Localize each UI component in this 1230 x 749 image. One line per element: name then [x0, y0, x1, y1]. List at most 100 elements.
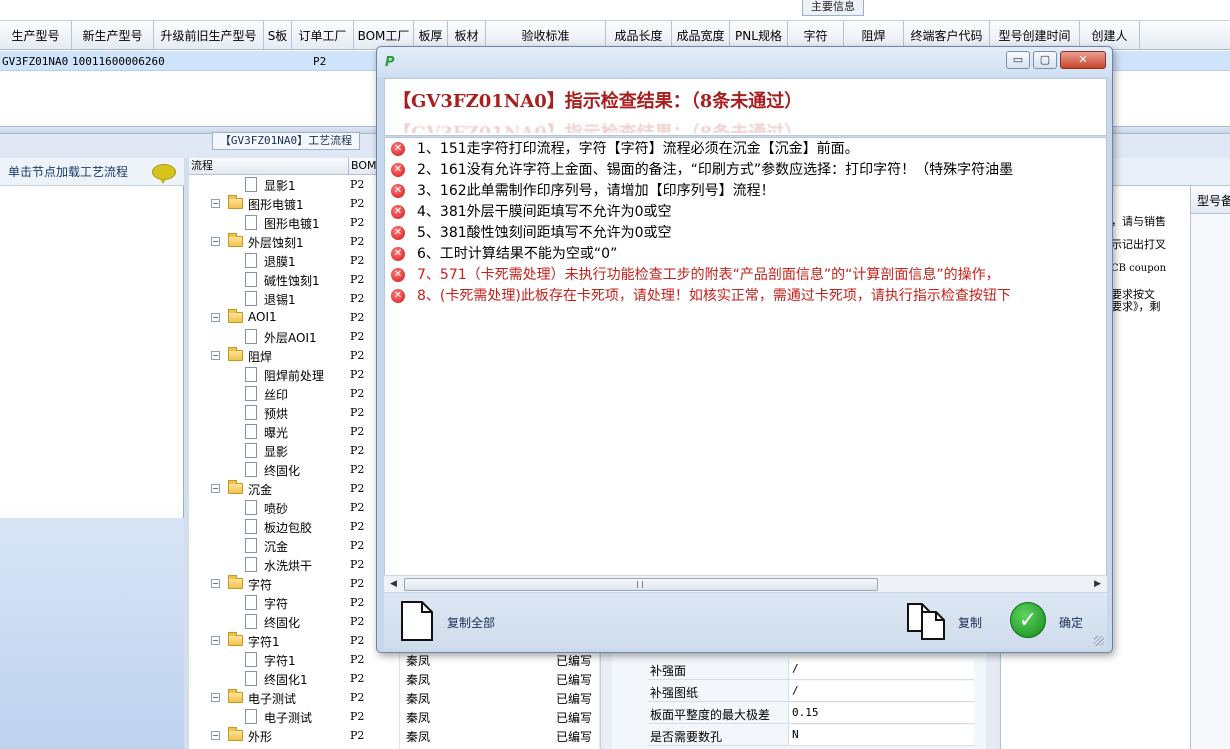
tree-node-bom: P2 — [350, 634, 365, 647]
column-header[interactable]: 创建人 — [1080, 21, 1140, 49]
tree-node[interactable]: 外层AOI1 P2 — [189, 327, 399, 346]
collapse-icon[interactable]: − — [211, 579, 220, 588]
vertical-scrollbar[interactable] — [600, 640, 612, 749]
tree-node[interactable]: 字符1 P2 — [189, 650, 399, 669]
tree-node-bom: P2 — [350, 653, 365, 666]
tree-node[interactable]: 沉金 P2 — [189, 536, 399, 555]
column-header[interactable]: 板材 — [448, 21, 486, 49]
tree-node[interactable]: − AOI1 P2 — [189, 308, 399, 327]
property-row[interactable]: 补强图纸 / — [648, 681, 974, 702]
process-tree[interactable]: 流程 BOM 显影1 P2 − 图形电镀1 P2 图形电镀1 P2 − 外层蚀刻1 P2 退膜1 P2… — [189, 158, 399, 749]
tree-node[interactable]: 丝印 P2 — [189, 384, 399, 403]
ok-button[interactable]: 确定 — [1059, 614, 1083, 631]
tree-node-bom: P2 — [350, 615, 365, 628]
tree-node[interactable]: 图形电镀1 P2 — [189, 213, 399, 232]
tree-node[interactable]: − 字符 P2 — [189, 574, 399, 593]
property-row[interactable]: 是否需要数孔 N — [648, 725, 974, 746]
document-icon[interactable] — [400, 601, 434, 641]
tree-node[interactable]: 退膜1 P2 — [189, 251, 399, 270]
folder-icon — [228, 347, 243, 361]
column-header[interactable]: 生产型号 — [0, 21, 72, 49]
column-header[interactable]: 新生产型号 — [72, 21, 154, 49]
right-column: 型号备 — [1190, 186, 1230, 749]
speech-bubble-icon[interactable] — [152, 164, 176, 184]
tree-node[interactable]: 曝光 P2 — [189, 422, 399, 441]
tree-node[interactable]: 显影1 P2 — [189, 175, 399, 194]
tree-node[interactable]: 字符 P2 — [189, 593, 399, 612]
collapse-icon[interactable]: − — [211, 693, 220, 702]
check-icon[interactable]: ✓ — [1010, 602, 1046, 638]
column-header[interactable]: BOM工厂 — [354, 21, 414, 49]
property-scrollbar[interactable] — [986, 640, 998, 749]
tree-node[interactable]: − 外形 P2 — [189, 726, 399, 745]
tree-node-bom: P2 — [350, 254, 365, 267]
tree-node[interactable]: − 外层蚀刻1 P2 — [189, 232, 399, 251]
note-text: CB coupon — [1111, 263, 1167, 274]
copy-all-button[interactable]: 复制全部 — [447, 614, 495, 631]
scroll-left-icon[interactable]: ◀ — [390, 579, 397, 589]
property-value[interactable]: / — [788, 659, 974, 679]
collapse-icon[interactable]: − — [211, 731, 220, 740]
tree-node[interactable]: − 沉金 P2 — [189, 479, 399, 498]
left-panel: 单击节点加载工艺流程 — [0, 158, 184, 749]
process-flow-tab[interactable]: 【GV3FZ01NA0】工艺流程 — [212, 132, 360, 150]
resize-grip-icon[interactable] — [1094, 636, 1104, 646]
column-header[interactable]: PNL规格 — [730, 21, 788, 49]
tree-node[interactable]: − 字符1 P2 — [189, 631, 399, 650]
tree-node[interactable]: 水洗烘干 P2 — [189, 555, 399, 574]
minimize-button[interactable]: ▭ — [1006, 51, 1030, 69]
tree-node[interactable]: 阻焊前处理 P2 — [189, 365, 399, 384]
tree-node[interactable]: 退锡1 P2 — [189, 289, 399, 308]
result-list[interactable]: ✕ 1、151走字符打印流程，字符【字符】流程必须在沉金【沉金】前面。 ✕ 2、161… — [384, 137, 1107, 591]
property-row[interactable]: 板面平整度的最大极差 0.15 — [648, 703, 974, 724]
collapse-icon[interactable]: − — [211, 484, 220, 493]
scroll-right-icon[interactable]: ▶ — [1094, 579, 1101, 589]
maximize-button[interactable]: ▢ — [1033, 51, 1057, 69]
property-value[interactable]: N — [788, 725, 974, 745]
tree-node[interactable]: 终固化 P2 — [189, 460, 399, 479]
close-button[interactable]: ✕ — [1060, 51, 1106, 69]
column-header[interactable]: 阻焊 — [844, 21, 904, 49]
copy-button[interactable]: 复制 — [958, 614, 982, 631]
tree-node-label: 字符 — [248, 578, 273, 592]
tree-node[interactable]: 显影 P2 — [189, 441, 399, 460]
collapse-icon[interactable]: − — [211, 237, 220, 246]
column-header[interactable]: 订单工厂 — [292, 21, 354, 49]
tree-node[interactable]: 喷砂 P2 — [189, 498, 399, 517]
tree-node[interactable]: 板边包胶 P2 — [189, 517, 399, 536]
tree-node[interactable]: − 图形电镀1 P2 — [189, 194, 399, 213]
collapse-icon[interactable]: − — [211, 313, 220, 322]
property-value[interactable]: / — [788, 681, 974, 701]
column-header[interactable]: 型号创建时间 — [990, 21, 1080, 49]
column-header[interactable]: S板 — [264, 21, 292, 49]
column-header[interactable]: 成品长度 — [606, 21, 672, 49]
tree-node[interactable]: 电子测试 P2 — [189, 707, 399, 726]
dialog-titlebar[interactable]: P ▭ ▢ ✕ — [377, 47, 1112, 77]
tree-node-bom: P2 — [350, 197, 365, 210]
tree-node[interactable]: − 阻焊 P2 — [189, 346, 399, 365]
column-header[interactable]: 成品宽度 — [672, 21, 730, 49]
tree-node[interactable]: − 电子测试 P2 — [189, 688, 399, 707]
property-value[interactable]: 0.15 — [788, 703, 974, 723]
check-result-text: 6、工时计算结果不能为空或“0” — [417, 246, 618, 262]
column-header[interactable]: 验收标准 — [486, 21, 606, 49]
scroll-thumb[interactable] — [404, 578, 878, 591]
property-row[interactable]: 补强面 / — [648, 659, 974, 680]
column-header[interactable]: 字符 — [788, 21, 844, 49]
error-icon: ✕ — [391, 289, 405, 303]
collapse-icon[interactable]: − — [211, 351, 220, 360]
tree-node[interactable]: 预烘 P2 — [189, 403, 399, 422]
tree-node[interactable]: 终固化 P2 — [189, 612, 399, 631]
column-header[interactable]: 终端客户代码 — [904, 21, 990, 49]
tree-node[interactable]: 终固化1 P2 — [189, 669, 399, 688]
copy-icon[interactable] — [906, 601, 948, 641]
collapse-icon[interactable]: − — [211, 199, 220, 208]
collapse-icon[interactable]: − — [211, 636, 220, 645]
horizontal-scrollbar[interactable]: ◀ ▶ — [384, 575, 1107, 592]
tree-node[interactable]: 碱性蚀刻1 P2 — [189, 270, 399, 289]
factory-cell: 秦凤 — [406, 692, 431, 706]
document-icon — [245, 272, 257, 287]
document-icon — [245, 215, 257, 230]
column-header[interactable]: 板厚 — [414, 21, 448, 49]
column-header[interactable]: 升级前旧生产型号 — [154, 21, 264, 49]
